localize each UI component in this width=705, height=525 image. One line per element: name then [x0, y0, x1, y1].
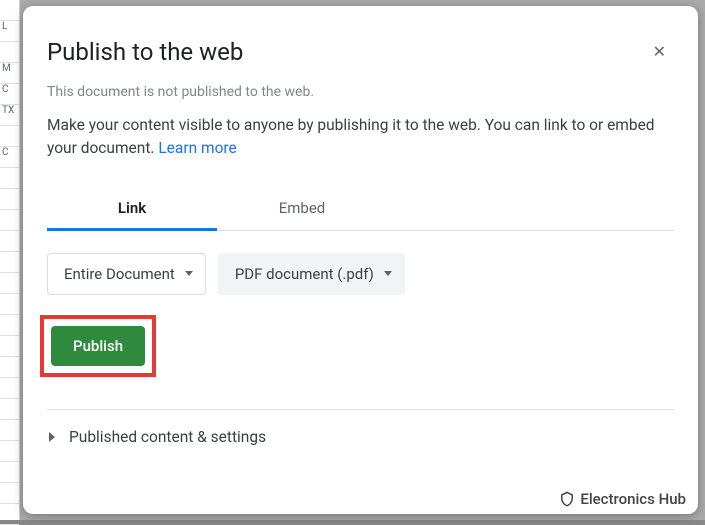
sheet-row-header — [0, 210, 19, 231]
format-dropdown-label: PDF document (.pdf) — [235, 265, 374, 283]
tab-embed[interactable]: Embed — [217, 187, 387, 230]
sheet-row-header — [0, 273, 19, 294]
sheet-row-header: C — [0, 147, 19, 168]
learn-more-link[interactable]: Learn more — [158, 139, 236, 157]
sheet-row-header — [0, 336, 19, 357]
annotation-highlight: Publish — [40, 315, 156, 377]
sheet-row-header — [0, 231, 19, 252]
publish-dialog: Publish to the web ✕ This document is no… — [23, 6, 698, 514]
watermark-text: Electronics Hub — [580, 490, 686, 508]
scope-dropdown[interactable]: Entire Document — [47, 253, 206, 295]
close-icon[interactable]: ✕ — [645, 34, 674, 70]
sheet-row-header: C — [0, 84, 19, 105]
sheet-row-header — [0, 462, 19, 483]
sheet-row-header — [0, 420, 19, 441]
sheet-row-header — [0, 168, 19, 189]
sheet-row-header — [0, 0, 19, 21]
dialog-description: Make your content visible to anyone by p… — [47, 114, 674, 161]
sheet-row-header — [0, 483, 19, 504]
sheet-row-header — [0, 126, 19, 147]
sheet-row-header — [0, 189, 19, 210]
tab-link[interactable]: Link — [47, 187, 217, 230]
sheet-row-header — [0, 294, 19, 315]
format-dropdown[interactable]: PDF document (.pdf) — [218, 253, 405, 295]
sheet-row-header — [0, 252, 19, 273]
scope-dropdown-label: Entire Document — [64, 265, 175, 283]
chevron-right-icon — [49, 432, 55, 442]
sheet-row-header: M — [0, 63, 19, 84]
publish-status-text: This document is not published to the we… — [47, 84, 674, 100]
caret-down-icon — [185, 271, 193, 276]
sheet-row-header — [0, 315, 19, 336]
publish-button[interactable]: Publish — [51, 326, 145, 366]
expand-label: Published content & settings — [69, 428, 266, 446]
sheet-row-header — [0, 357, 19, 378]
caret-down-icon — [384, 271, 392, 276]
published-content-settings-toggle[interactable]: Published content & settings — [47, 410, 674, 464]
sheet-row-header — [0, 42, 19, 63]
sheet-row-header — [0, 504, 19, 525]
shield-icon — [558, 490, 576, 508]
sheet-row-header — [0, 399, 19, 420]
dialog-title: Publish to the web — [47, 38, 243, 66]
sheet-row-header: TX — [0, 105, 19, 126]
sheet-row-headers: LMCTXC — [0, 0, 20, 520]
sheet-row-header — [0, 378, 19, 399]
description-text: Make your content visible to anyone by p… — [47, 116, 655, 157]
tab-bar: Link Embed — [47, 187, 674, 231]
sheet-row-header — [0, 441, 19, 462]
watermark: Electronics Hub — [558, 490, 686, 508]
sheet-row-header: L — [0, 21, 19, 42]
